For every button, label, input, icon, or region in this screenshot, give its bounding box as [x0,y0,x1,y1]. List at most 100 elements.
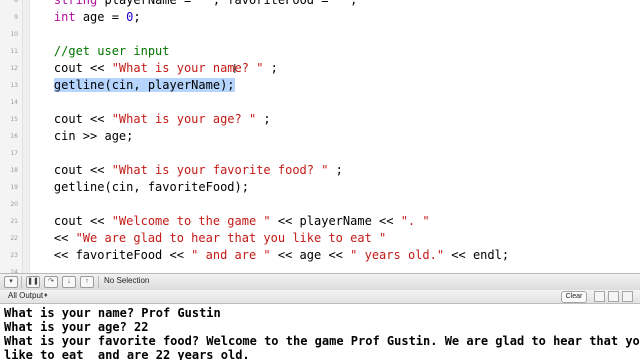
console-output[interactable]: What is your name? Prof Gustin What is y… [0,304,640,360]
split-view-toggle-icon[interactable] [608,291,619,302]
variables-view-toggle-icon[interactable] [594,291,605,302]
code-token: cout << [25,163,112,177]
code-text[interactable]: cout << "What is your name? " ; [25,60,278,77]
code-token: << [25,231,76,245]
code-line[interactable]: 20 [0,196,640,213]
code-token: cout << [25,214,112,228]
code-editor[interactable]: 8 string playerName = "", favoriteFood =… [0,0,640,273]
chevron-down-icon[interactable]: ♦ [44,292,48,299]
code-token: age = [75,10,127,24]
step-into-button[interactable]: ↓ [62,276,76,288]
code-text[interactable]: //get user input [25,43,170,60]
line-number: 17 [10,150,18,157]
console-view-toggle-icon[interactable] [622,291,633,302]
code-line[interactable]: 12 cout << "What is your name? " ; [0,60,640,77]
code-token: " years old." [350,248,445,262]
code-line[interactable]: 15 cout << "What is your age? " ; [0,111,640,128]
code-token: cout << [25,112,112,126]
code-token: "We are glad to hear that you like to ea… [75,231,387,245]
code-line[interactable]: 17 [0,145,640,162]
step-over-button[interactable]: ↷ [44,276,58,288]
line-number: 16 [10,133,18,140]
code-line[interactable]: 24 [0,264,640,273]
toolbar-divider [21,276,22,288]
console-line: like to eat and are 22 years old. [4,348,250,360]
step-out-button[interactable]: ↑ [80,276,94,288]
code-text[interactable]: cin >> age; [25,128,133,145]
code-line[interactable]: 9 int age = 0; [0,9,640,26]
code-token: getline(cin, favoriteFood); [25,180,249,194]
code-line[interactable]: 8 string playerName = "", favoriteFood =… [0,0,640,9]
line-number: 14 [10,99,18,106]
code-text[interactable]: string playerName = "", favoriteFood = "… [25,0,357,9]
console-line: What is your favorite food? Welcome to t… [4,334,640,348]
code-token: " and are " [191,248,271,262]
line-number: 15 [10,116,18,123]
code-text[interactable]: cout << "What is your favorite food? " ; [25,162,343,179]
code-line[interactable]: 22 << "We are glad to hear that you like… [0,230,640,247]
code-token: ; [328,163,343,177]
code-token: cin >> age; [25,129,134,143]
code-token: ; [133,10,141,24]
code-line[interactable]: 21 cout << "Welcome to the game " << pla… [0,213,640,230]
code-text[interactable]: getline(cin, favoriteFood); [25,179,249,196]
line-number: 23 [10,252,18,259]
code-line[interactable]: 11 //get user input [0,43,640,60]
code-line[interactable]: 16 cin >> age; [0,128,640,145]
line-number: 21 [10,218,18,225]
code-token: "" [198,0,213,7]
code-line[interactable]: 18 cout << "What is your favorite food? … [0,162,640,179]
code-token: << endl; [444,248,510,262]
line-number: 10 [10,31,18,38]
console-line: What is your name? Prof Gustin [4,306,221,320]
code-token: << age << [270,248,351,262]
code-line[interactable]: 14 [0,94,640,111]
code-token: "What is your name? " [111,61,264,75]
code-line[interactable]: 10 [0,26,640,43]
line-number: 22 [10,235,18,242]
line-number: 9 [14,14,18,21]
code-text[interactable]: cout << "Welcome to the game " << player… [25,213,430,230]
code-token: << playerName << [270,214,401,228]
code-token: ; [350,0,358,7]
code-line[interactable]: 13 getline(cin, playerName); [0,77,640,94]
line-number: 12 [10,65,18,72]
toolbar-divider [98,276,99,288]
code-line[interactable]: 19 getline(cin, favoriteFood); [0,179,640,196]
line-number: 11 [10,48,18,55]
code-token: int [53,10,76,24]
console-line: What is your age? 22 [4,320,149,334]
code-token: "What is your age? " [111,112,257,126]
debug-bar: ▾ ❚❚ ↷ ↓ ↑ No Selection [0,273,640,291]
line-number: 18 [10,167,18,174]
output-filter-select[interactable]: All Output [8,291,43,300]
code-token: "" [335,0,351,7]
code-token: //get user input [53,44,170,58]
line-number: 20 [10,201,18,208]
code-token: ". " [400,214,430,228]
line-number: 8 [14,0,18,4]
code-token: string [53,0,98,7]
code-token: << favoriteFood << [25,248,192,262]
text-cursor-icon: I [233,62,237,76]
code-text[interactable]: << "We are glad to hear that you like to… [25,230,386,247]
line-number: 19 [10,184,18,191]
code-token: "Welcome to the game " [111,214,271,228]
pause-button[interactable]: ❚❚ [26,276,40,288]
hide-debug-area-button[interactable]: ▾ [4,276,18,288]
code-token: cout << [25,61,112,75]
code-text[interactable]: getline(cin, playerName); [25,77,235,94]
code-text[interactable]: << favoriteFood << " and are " << age <<… [25,247,509,264]
code-token: , favoriteFood = [212,0,336,7]
code-line[interactable]: 23 << favoriteFood << " and are " << age… [0,247,640,264]
code-token: ; [263,61,278,75]
clear-button[interactable]: Clear [561,291,587,303]
code-text[interactable]: int age = 0; [25,9,141,26]
line-number: 13 [10,82,18,89]
code-token: playerName = [97,0,199,7]
code-text[interactable]: cout << "What is your age? " ; [25,111,271,128]
